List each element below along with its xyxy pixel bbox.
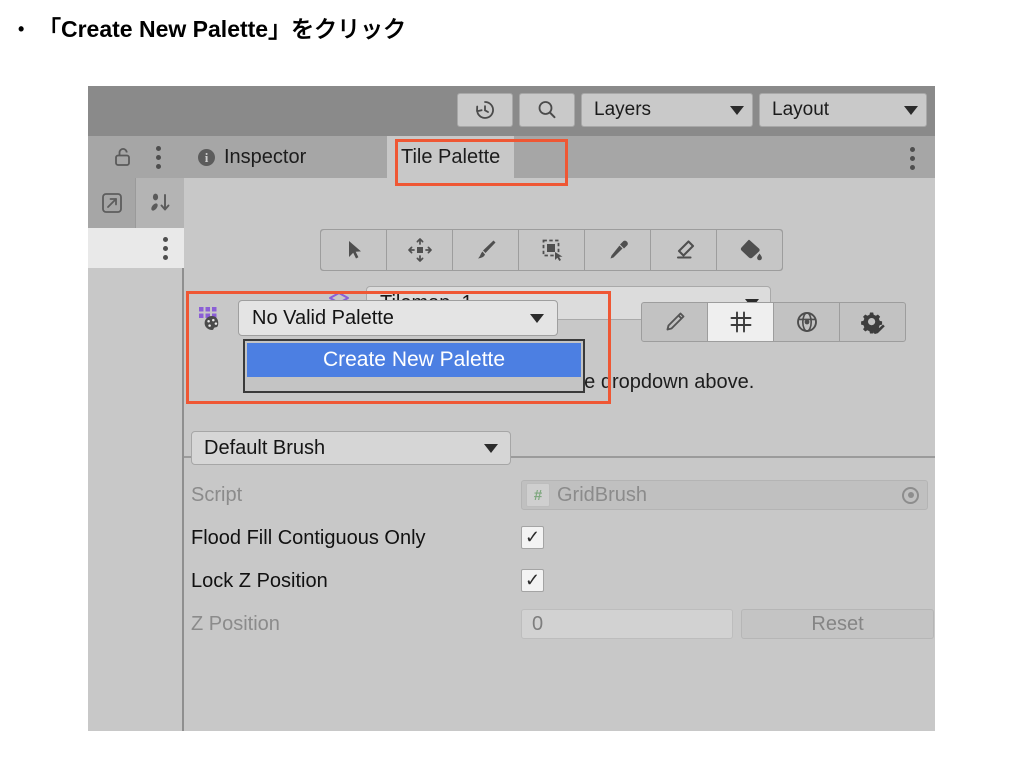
palette-tools-row <box>320 229 783 271</box>
brush-value: Default Brush <box>204 436 326 459</box>
gear-brush-icon <box>861 312 885 334</box>
z-position-reset-label: Reset <box>811 612 864 635</box>
layers-label: Layers <box>594 99 652 120</box>
palette-icon-group <box>641 302 906 342</box>
property-row-flood-fill: Flood Fill Contiguous Only ✓ <box>191 523 931 553</box>
eyedropper-icon <box>610 240 628 259</box>
unlocked-padlock-icon[interactable] <box>112 145 134 169</box>
open-in-new-window-icon <box>101 193 122 213</box>
palette-row: No Valid Palette <box>196 300 558 336</box>
layout-label: Layout <box>772 99 830 120</box>
menu-item-create-new-palette-label: Create New Palette <box>322 348 506 371</box>
lock-z-label: Lock Z Position <box>191 569 328 592</box>
panel-menu-icon[interactable] <box>910 147 915 170</box>
move-tool[interactable] <box>387 230 452 270</box>
box-select-icon <box>542 239 562 261</box>
application-toolbar: Layers Layout <box>88 86 935 136</box>
pencil-icon <box>666 312 684 331</box>
search-button[interactable] <box>519 93 575 127</box>
paint-brush-tool[interactable] <box>453 230 518 270</box>
checkmark-icon: ✓ <box>524 570 541 590</box>
tab-inspector[interactable]: i Inspector <box>184 136 321 178</box>
left-column-subheader <box>88 228 184 268</box>
left-column-buttons <box>88 178 184 228</box>
gizmo-button[interactable] <box>774 303 839 341</box>
slide-heading-text: 「Create New Palette」をクリック <box>38 16 407 42</box>
property-row-script: Script # GridBrush <box>191 480 931 510</box>
picker-tool[interactable] <box>585 230 650 270</box>
z-position-value: 0 <box>532 612 544 635</box>
eraser-tool[interactable] <box>651 230 716 270</box>
menu-item-create-new-palette[interactable]: Create New Palette <box>247 343 581 377</box>
move-arrows-icon <box>407 238 432 262</box>
script-hash-icon: # <box>526 483 550 507</box>
z-position-reset-button[interactable]: Reset <box>741 609 934 639</box>
palette-dropdown-popup: Create New Palette <box>243 339 585 393</box>
chevron-down-icon <box>484 443 498 453</box>
z-position-label: Z Position <box>191 612 280 635</box>
tab-inspector-label: Inspector <box>224 145 307 168</box>
edit-pencil-button[interactable] <box>642 303 707 341</box>
left-column-menu-icon-2[interactable] <box>163 236 168 260</box>
arrow-cursor-icon <box>348 241 361 259</box>
left-tool-column <box>88 136 184 731</box>
bullet-marker: • <box>18 19 25 39</box>
paint-bucket-icon <box>740 239 762 261</box>
fill-tool[interactable] <box>717 230 782 270</box>
unity-editor-window: Layers Layout i Inspector Tile Palette N… <box>88 86 935 731</box>
select-tool[interactable] <box>321 230 386 270</box>
sort-button[interactable] <box>136 178 184 228</box>
chevron-down-icon <box>530 313 544 323</box>
history-clock-icon <box>476 101 494 119</box>
sort-descending-icon <box>151 193 170 211</box>
palette-dropdown[interactable]: No Valid Palette <box>238 300 558 336</box>
z-position-input[interactable]: 0 <box>521 609 733 639</box>
left-column-menu-icon[interactable] <box>155 145 161 169</box>
tab-tile-palette-label: Tile Palette <box>401 145 501 168</box>
info-circle-icon: i <box>198 148 215 166</box>
property-row-lock-z: Lock Z Position ✓ <box>191 566 931 596</box>
layout-dropdown[interactable]: Layout <box>759 93 927 127</box>
globe-gizmo-icon <box>796 312 817 332</box>
palette-tiles-icon <box>199 307 219 331</box>
grid-icon <box>730 311 751 333</box>
palette-value: No Valid Palette <box>252 306 394 329</box>
slide-heading: • 「Create New Palette」をクリック <box>18 10 406 44</box>
slide-root: • 「Create New Palette」をクリック Layers Layou… <box>0 0 1024 768</box>
brush-dropdown[interactable]: Default Brush <box>191 431 511 465</box>
dropdown-popup-spacer <box>245 377 583 391</box>
paintbrush-icon <box>477 240 495 259</box>
flood-fill-label: Flood Fill Contiguous Only <box>191 526 426 549</box>
script-label: Script <box>191 483 243 506</box>
left-column-body <box>88 268 184 731</box>
search-icon <box>538 101 556 119</box>
panel-tab-strip: i Inspector Tile Palette <box>184 136 935 178</box>
checkmark-icon: ✓ <box>524 527 541 547</box>
property-row-z-position: Z Position 0 Reset <box>191 609 934 639</box>
grid-toggle-button[interactable] <box>708 303 773 341</box>
eraser-icon <box>676 240 694 259</box>
open-external-button[interactable] <box>88 178 136 228</box>
left-column-header <box>88 136 184 178</box>
brush-settings-button[interactable] <box>840 303 905 341</box>
lock-z-checkbox[interactable]: ✓ <box>521 569 544 592</box>
chevron-down-icon <box>730 105 744 115</box>
tab-tile-palette[interactable]: Tile Palette <box>387 136 515 178</box>
flood-fill-checkbox[interactable]: ✓ <box>521 526 544 549</box>
layers-dropdown[interactable]: Layers <box>581 93 753 127</box>
chevron-down-icon <box>904 105 918 115</box>
script-field[interactable]: # GridBrush <box>521 480 928 510</box>
object-picker-icon[interactable] <box>902 486 919 504</box>
toolbar-right-group: Layers Layout <box>457 93 927 127</box>
box-fill-tool[interactable] <box>519 230 584 270</box>
history-button[interactable] <box>457 93 513 127</box>
script-value: GridBrush <box>557 483 648 506</box>
